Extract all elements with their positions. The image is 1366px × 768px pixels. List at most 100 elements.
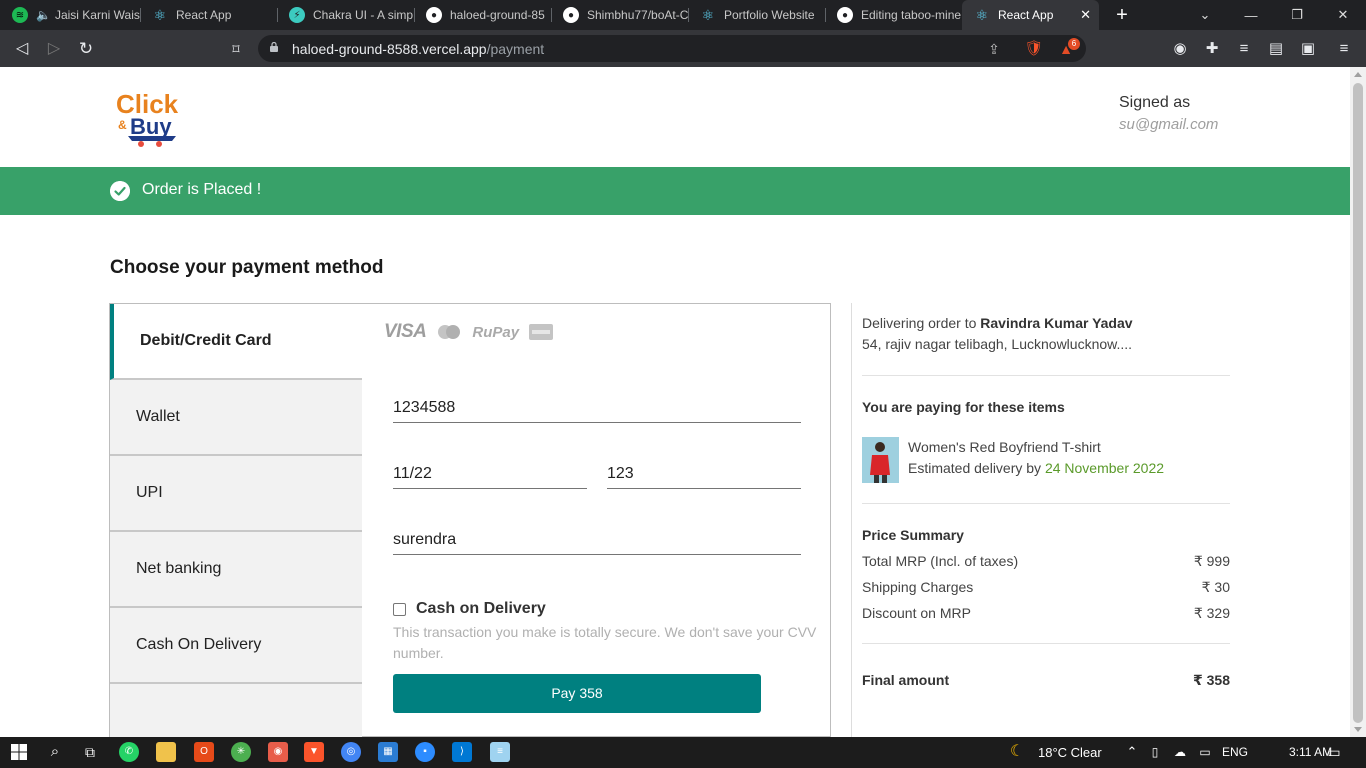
github-icon: ● <box>426 7 442 23</box>
signed-in-email: su@gmail.com <box>1119 116 1219 133</box>
sidebar-icon[interactable]: ▤ <box>1266 39 1286 59</box>
task-view-icon[interactable]: ⧉ <box>80 742 100 762</box>
notifications-icon[interactable]: ▭ <box>1324 742 1344 762</box>
security-note: This transaction you make is totally sec… <box>393 624 817 661</box>
tab-label: Shimbhu77/boAt-C <box>587 8 688 22</box>
app-icon[interactable]: ◉ <box>268 742 288 762</box>
back-button[interactable]: ◁ <box>11 38 33 60</box>
final-amount-value: ₹ 358 <box>1193 672 1230 688</box>
close-tab-icon[interactable]: ✕ <box>1080 7 1091 23</box>
weather-text[interactable]: 18°C Clear <box>1038 745 1102 760</box>
scroll-thumb[interactable] <box>1353 83 1363 723</box>
cvv-field[interactable]: 123 <box>607 463 801 489</box>
cash-on-delivery-checkbox[interactable] <box>393 602 406 616</box>
final-amount-label: Final amount <box>862 672 950 688</box>
method-net-banking[interactable]: Net banking <box>110 532 362 608</box>
new-tab-button[interactable]: + <box>1112 4 1132 26</box>
delivery-date: 24 November 2022 <box>1044 460 1165 476</box>
tab-chakra-ui[interactable]: ⚡ Chakra UI - A simp <box>277 0 414 30</box>
page-scrollbar[interactable] <box>1350 67 1366 737</box>
click-and-buy-logo[interactable]: Click & Buy <box>114 87 184 147</box>
cardholder-name-field[interactable]: surendra <box>393 529 801 555</box>
windows-start-icon[interactable] <box>9 742 29 762</box>
svg-text:&: & <box>118 118 127 132</box>
chrome-icon[interactable]: ◎ <box>341 742 361 762</box>
card-number-field[interactable]: 1234588 <box>393 397 801 423</box>
rewards-badge: 6 <box>1068 38 1080 50</box>
method-wallet[interactable]: Wallet <box>110 380 362 456</box>
bookmark-icon[interactable]: ⌑ <box>225 38 247 60</box>
payment-panel: Debit/Credit Card Wallet UPI Net banking… <box>109 303 831 737</box>
show-hidden-icons-chevron[interactable]: ⌃ <box>1122 742 1142 762</box>
product-thumbnail[interactable] <box>862 437 899 483</box>
payment-heading: Choose your payment method <box>110 257 384 278</box>
forward-button[interactable]: ▷ <box>43 38 65 60</box>
pay-button[interactable]: Pay 358 <box>393 674 761 713</box>
share-icon[interactable]: ⇪ <box>984 39 1004 59</box>
url-path: /payment <box>486 41 545 57</box>
whatsapp-icon[interactable]: ✆ <box>119 742 139 762</box>
tab-github-editing[interactable]: ● Editing taboo-mine <box>825 0 962 30</box>
reload-button[interactable]: ↻ <box>75 38 97 60</box>
vscode-icon[interactable]: ⟩ <box>452 742 472 762</box>
window-close-button[interactable]: ✕ <box>1320 0 1366 30</box>
zoom-icon[interactable]: ▪ <box>415 742 435 762</box>
summary-divider <box>851 303 852 737</box>
card-brand-logos: VISA RuPay <box>384 321 554 342</box>
language-indicator[interactable]: ENG <box>1222 745 1248 759</box>
tab-label: haloed-ground-85 <box>450 8 545 22</box>
browser-tab-strip: ≋ 🔈 Jaisi Karni Wais ⚛ React App ⚡ Chakr… <box>0 0 1366 30</box>
url-text: haloed-ground-8588.vercel.app/payment <box>292 41 544 57</box>
device-icon[interactable]: ▯ <box>1145 742 1165 762</box>
notepad-icon[interactable]: ≡ <box>490 742 510 762</box>
scroll-up-arrow-icon[interactable] <box>1354 72 1362 77</box>
battery-icon[interactable]: ▭ <box>1195 742 1215 762</box>
chakra-icon: ⚡ <box>289 7 305 23</box>
cash-on-delivery-option: Cash on Delivery <box>393 600 546 618</box>
item-name: Women's Red Boyfriend T-shirt <box>908 439 1101 455</box>
address-bar[interactable]: haloed-ground-8588.vercel.app/payment ⇪ … <box>258 35 1086 62</box>
tab-label: React App <box>176 8 232 22</box>
speaker-icon[interactable]: 🔈 <box>36 8 51 22</box>
media-icon[interactable]: ◉ <box>1170 39 1190 59</box>
customer-name: Ravindra Kumar Yadav <box>980 315 1133 331</box>
weather-moon-icon[interactable]: ☾ <box>1007 742 1027 762</box>
delivery-label: Estimated delivery by <box>908 460 1042 476</box>
tab-portfolio[interactable]: ⚛ Portfolio Website <box>688 0 825 30</box>
app-icon[interactable]: ▦ <box>378 742 398 762</box>
file-explorer-icon[interactable] <box>156 742 176 762</box>
tab-react-app[interactable]: ⚛ React App <box>140 0 277 30</box>
extensions-icon[interactable]: ✚ <box>1202 39 1222 59</box>
estimated-delivery: Estimated delivery by 24 November 2022 <box>908 460 1164 476</box>
tab-search-chevron-icon[interactable]: ⌄ <box>1182 0 1228 30</box>
lock-icon[interactable] <box>270 42 278 52</box>
method-upi[interactable]: UPI <box>110 456 362 532</box>
restore-button[interactable]: ❐ <box>1274 0 1320 30</box>
tab-github-boat[interactable]: ● Shimbhu77/boAt-C <box>551 0 688 30</box>
delivery-recipient: Delivering order to Ravindra Kumar Yadav <box>862 315 1133 331</box>
cloud-icon[interactable]: ☁ <box>1170 742 1190 762</box>
method-debit-credit-card[interactable]: Debit/Credit Card <box>110 304 362 380</box>
price-row-value: ₹ 329 <box>1193 605 1230 621</box>
method-cash-on-delivery[interactable]: Cash On Delivery <box>110 608 362 684</box>
minimize-button[interactable]: — <box>1228 0 1274 30</box>
scroll-down-arrow-icon[interactable] <box>1354 727 1362 732</box>
expiry-field[interactable]: 11/22 <box>393 463 587 489</box>
menu-icon[interactable]: ≡ <box>1334 39 1354 59</box>
items-heading: You are paying for these items <box>862 399 1065 415</box>
office-icon[interactable]: O <box>194 742 214 762</box>
tab-spotify[interactable]: ≋ 🔈 Jaisi Karni Wais <box>0 0 140 30</box>
windows-taskbar: ⌕ ⧉ ✆ O ✳ ◉ ▼ ◎ ▦ ▪ ⟩ ≡ ☾ 18°C Clear ⌃ ▯… <box>0 737 1366 768</box>
github-icon: ● <box>837 7 853 23</box>
search-icon[interactable]: ⌕ <box>45 742 65 762</box>
spotify-icon: ≋ <box>12 7 28 23</box>
playlist-icon[interactable]: ≡ <box>1234 39 1254 59</box>
tab-github-haloed[interactable]: ● haloed-ground-85 <box>414 0 551 30</box>
brave-shield-icon[interactable]: 🛡 <box>1024 39 1044 59</box>
app-icon[interactable]: ✳ <box>231 742 251 762</box>
visa-logo: VISA <box>384 321 427 342</box>
tab-react-app-active[interactable]: ⚛ React App ✕ <box>962 0 1099 30</box>
wallet-icon[interactable]: ▣ <box>1298 39 1318 59</box>
method-label: Wallet <box>136 408 180 425</box>
brave-browser-icon[interactable]: ▼ <box>304 742 324 762</box>
